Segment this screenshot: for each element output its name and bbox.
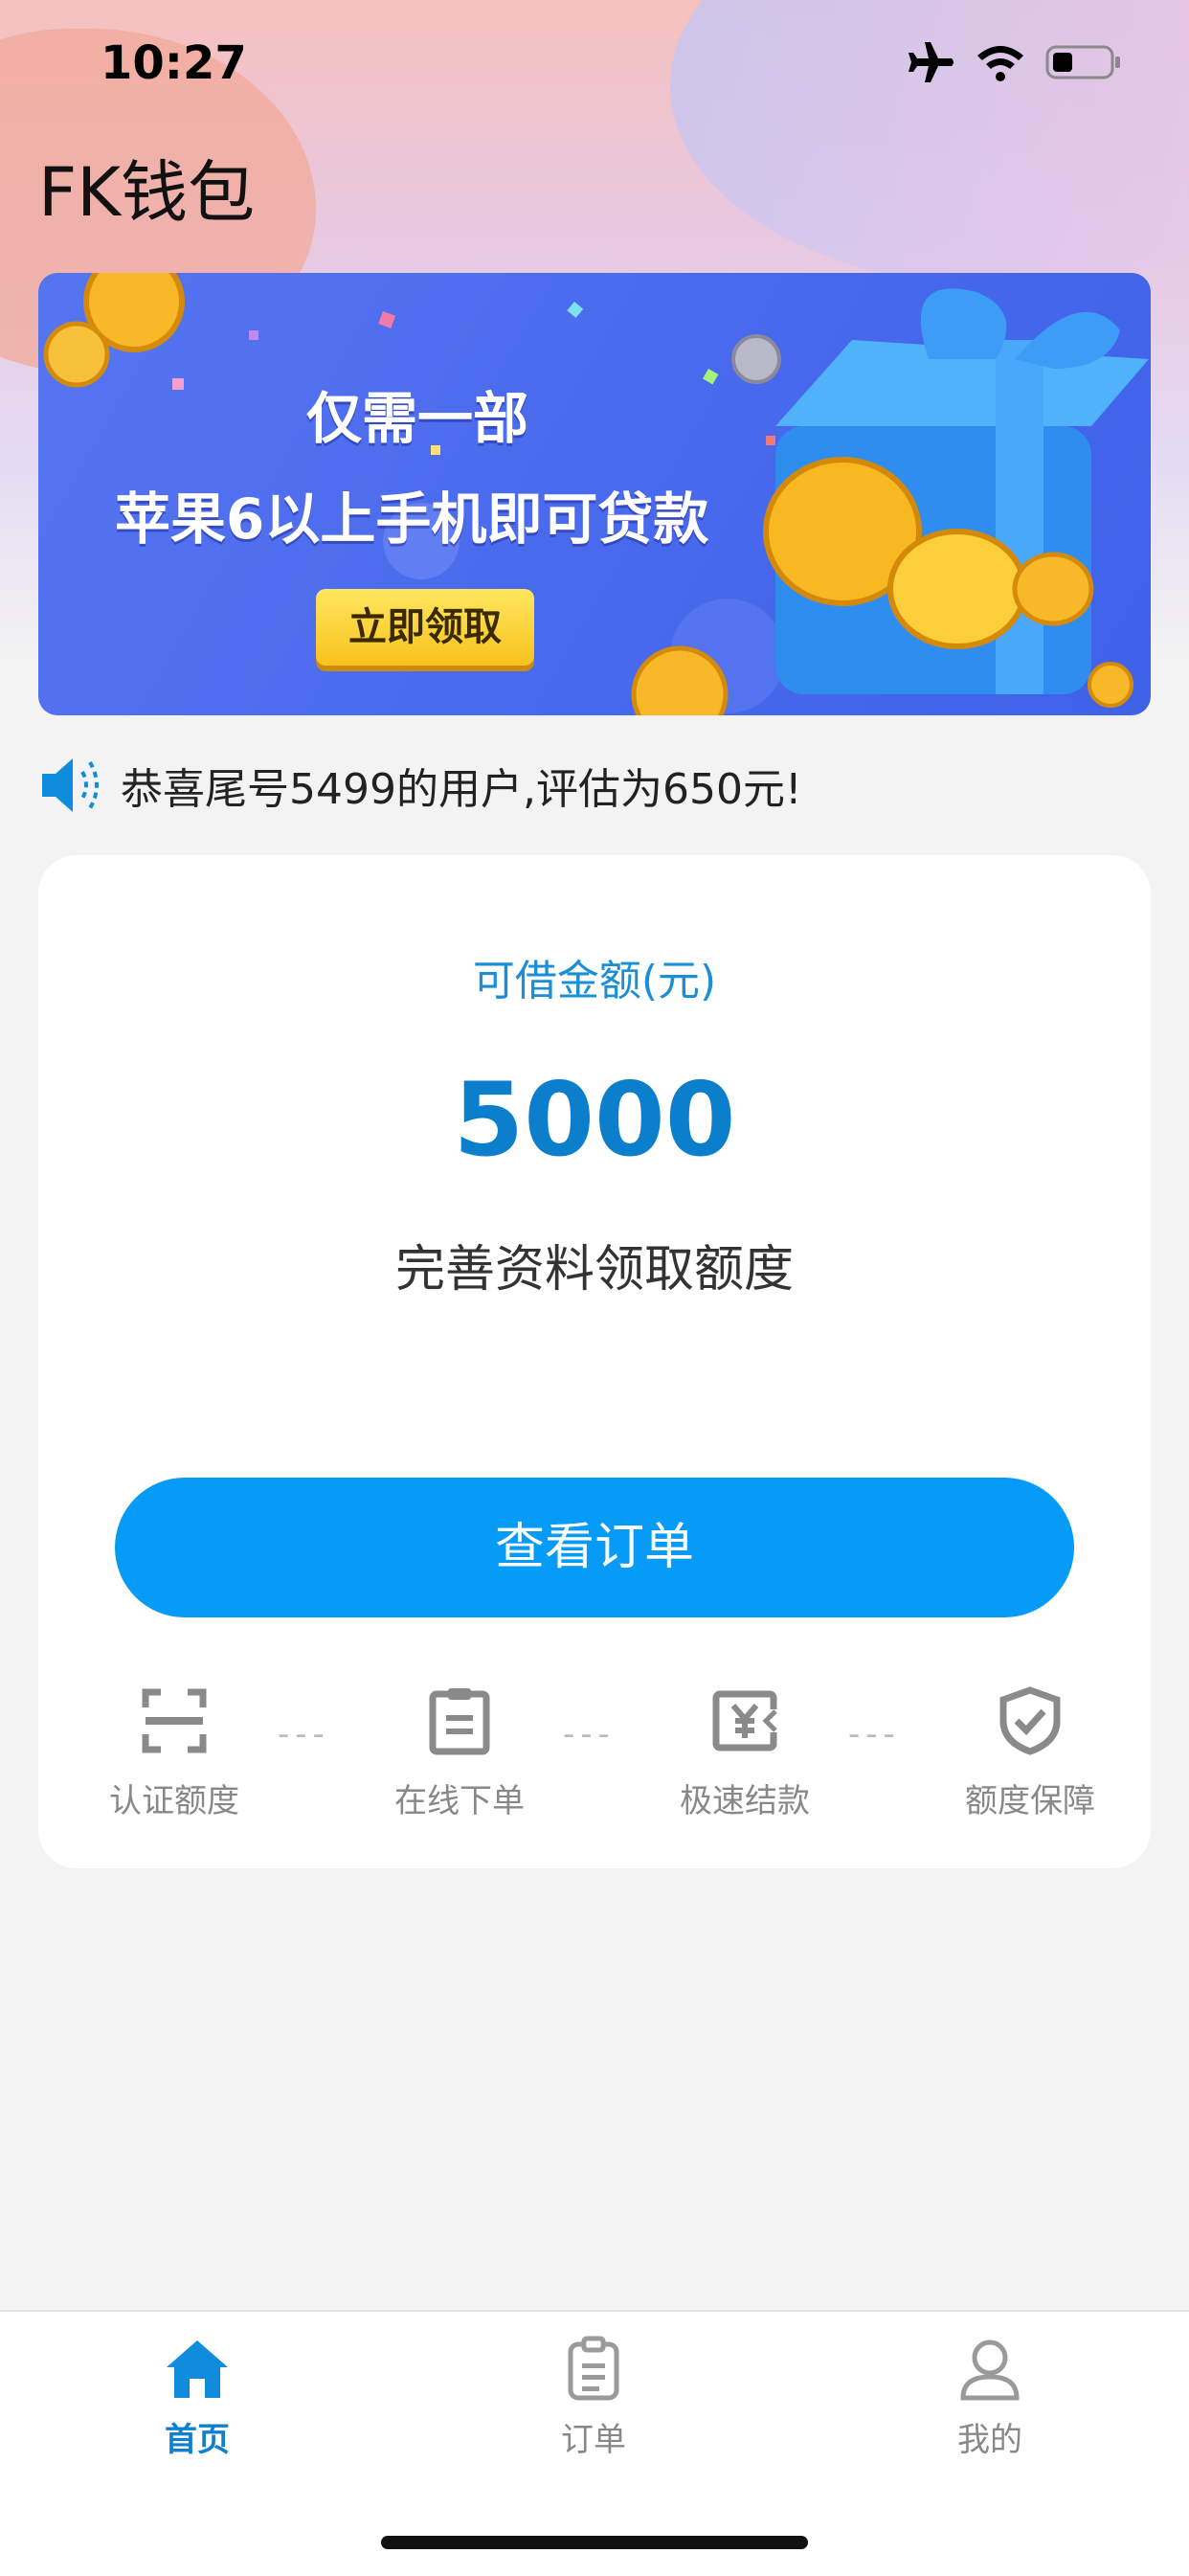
app-title: FK钱包 [38,153,256,232]
home-indicator[interactable] [381,2536,808,2549]
clipboard-icon [429,1688,490,1755]
step-label: 额度保障 [965,1782,1095,1820]
home-icon [167,2340,228,2398]
available-amount-label: 可借金额(元) [472,957,717,1006]
notice-text: 恭喜尾号5499的用户,评估为650元! [121,765,802,814]
view-order-button[interactable]: 查看订单 [115,1478,1074,1617]
tab-label: 我的 [957,2421,1022,2459]
status-bar: 10:27 [0,0,1189,124]
step-quota-guarantee: 额度保障 [925,1686,1135,1821]
status-icons [906,40,1122,84]
banner-subheadline: 苹果6以上手机即可贷款 [115,486,709,552]
tab-label: 订单 [561,2421,626,2459]
tab-home[interactable]: 首页 [92,2335,303,2460]
step-separator: --- [848,1715,901,1753]
status-time: 10:27 [101,36,247,90]
loan-card: 可借金额(元) 5000 完善资料领取额度 查看订单 认证额度 --- 在线下单… [38,855,1151,1868]
battery-icon [1045,45,1120,79]
claim-now-button[interactable]: 立即领取 [316,589,534,666]
shield-check-icon [999,1686,1061,1755]
step-separator: --- [563,1715,616,1753]
order-icon [568,2336,619,2401]
scan-frame-icon [142,1688,207,1753]
speaker-icon [42,758,99,812]
fast-payment-icon [712,1690,777,1751]
available-amount-value: 5000 [453,1061,736,1179]
tab-label: 首页 [165,2421,230,2459]
airplane-icon [909,42,953,82]
step-fast-payment: 极速结款 [639,1686,850,1821]
wifi-icon [977,46,1023,81]
step-online-order: 在线下单 [354,1686,565,1821]
notice-bar: 恭喜尾号5499的用户,评估为650元! [38,747,1151,824]
step-label: 在线下单 [394,1782,525,1820]
user-icon [960,2339,1020,2401]
step-label: 极速结款 [680,1782,810,1820]
process-steps: 认证额度 --- 在线下单 --- 极速结款 --- 额度保障 [38,1686,1151,1830]
banner-headline: 仅需一部 [306,386,529,451]
tab-orders[interactable]: 订单 [488,2335,699,2460]
step-label: 认证额度 [109,1782,239,1820]
step-verify-quota: 认证额度 [69,1686,280,1821]
complete-profile-text: 完善资料领取额度 [394,1241,794,1299]
step-separator: --- [278,1715,330,1753]
promo-banner[interactable]: 仅需一部 苹果6以上手机即可贷款 立即领取 [38,273,1151,715]
tab-mine[interactable]: 我的 [885,2335,1095,2460]
